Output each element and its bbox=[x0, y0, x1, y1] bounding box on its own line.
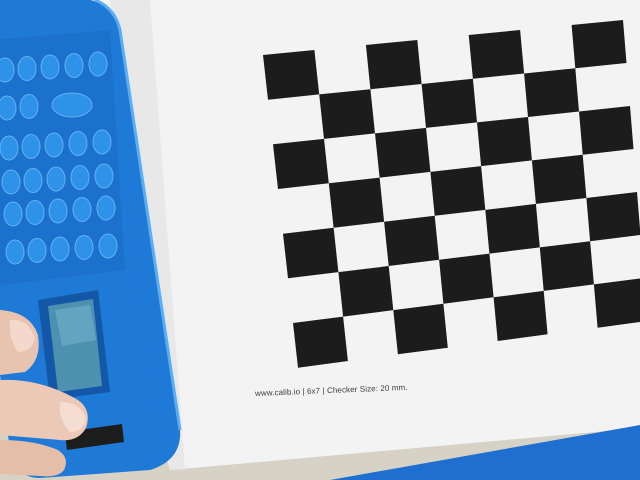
calculator-key bbox=[40, 54, 60, 80]
checker-square bbox=[579, 106, 634, 155]
calculator-key bbox=[0, 135, 19, 161]
calculator-key bbox=[94, 163, 114, 189]
checker-square bbox=[593, 278, 640, 328]
calculator-key bbox=[70, 165, 90, 190]
calculator-screen-glare bbox=[55, 305, 96, 346]
scene bbox=[0, 0, 640, 480]
checker-square bbox=[477, 117, 532, 167]
checker-square bbox=[319, 89, 375, 139]
calculator-key bbox=[92, 129, 112, 155]
calculator-key bbox=[17, 56, 37, 81]
calculator-key bbox=[3, 201, 23, 227]
calculator-key bbox=[25, 200, 45, 225]
calculator-key bbox=[5, 239, 25, 265]
checker-square bbox=[531, 154, 587, 204]
calculator-key bbox=[19, 94, 39, 119]
calculator-key bbox=[50, 236, 70, 262]
calculator-key bbox=[46, 166, 66, 192]
checker-square bbox=[430, 166, 486, 216]
calculator-key bbox=[98, 233, 118, 259]
checker-square bbox=[393, 303, 448, 355]
calculator-key bbox=[74, 235, 94, 260]
calculator-key bbox=[68, 131, 88, 156]
checker-square bbox=[283, 227, 339, 279]
calculator-key bbox=[0, 57, 15, 83]
checker-square bbox=[586, 192, 640, 242]
calculator-key bbox=[1, 169, 21, 195]
calculator-key bbox=[0, 95, 17, 121]
calculator-key bbox=[72, 197, 92, 222]
checker-square bbox=[293, 316, 348, 368]
checker-square bbox=[571, 20, 627, 69]
checker-square bbox=[263, 50, 320, 100]
checker-square bbox=[328, 177, 385, 228]
calculator-key bbox=[88, 51, 108, 77]
checker-square bbox=[485, 203, 540, 254]
calculator-key bbox=[64, 53, 84, 78]
checker-square bbox=[539, 241, 594, 291]
calculator-key bbox=[51, 92, 93, 118]
calculator-key bbox=[96, 195, 116, 221]
checker-square bbox=[524, 68, 579, 117]
checker-square bbox=[384, 215, 440, 266]
calculator-key bbox=[48, 198, 68, 224]
checker-square bbox=[493, 290, 548, 341]
calculator-key bbox=[21, 134, 41, 159]
checker-square bbox=[338, 266, 394, 317]
calculator-key bbox=[23, 168, 43, 193]
checker-square bbox=[273, 138, 329, 189]
checker-square bbox=[439, 253, 494, 304]
checker-square bbox=[365, 40, 422, 90]
checker-square bbox=[468, 30, 525, 79]
calculator-key bbox=[27, 238, 47, 263]
calculator-key bbox=[44, 132, 64, 158]
checker-square bbox=[375, 127, 431, 178]
checker-square bbox=[421, 78, 477, 128]
